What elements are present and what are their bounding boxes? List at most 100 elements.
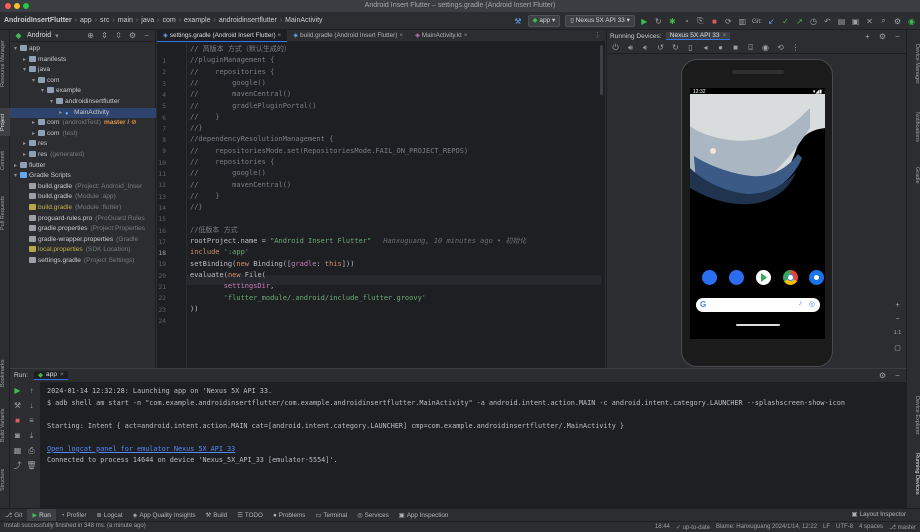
file-encoding[interactable]: UTF-8 xyxy=(836,524,853,530)
structure-tab[interactable]: Structure xyxy=(0,463,10,497)
camera-icon[interactable]: ◙ xyxy=(13,431,22,440)
run-config-tab[interactable]: ◆ app × xyxy=(33,371,68,380)
breadcrumb-item[interactable]: AndroidInsertFlutter xyxy=(4,17,72,24)
vcs-status[interactable]: ✓ up-to-date xyxy=(676,524,710,531)
layout-inspector-tab[interactable]: ▣ Layout Inspector xyxy=(851,508,906,521)
minimize-window-button[interactable] xyxy=(14,3,20,9)
code-line[interactable]: // } xyxy=(190,191,220,201)
resource-manager-tab[interactable]: Resource Manager xyxy=(0,36,10,92)
bottom-tab-git[interactable]: ⎇ Git xyxy=(0,509,27,522)
code-line[interactable]: // mavenCentral() xyxy=(190,89,291,99)
phone-screen[interactable]: 12:32 ▾◢▮ G ♪ ◎ xyxy=(690,88,825,339)
screenshot-icon[interactable]: ⌼ xyxy=(746,43,755,52)
code-line[interactable]: )) xyxy=(190,304,198,314)
scroll-down-icon[interactable]: ↓ xyxy=(27,401,36,410)
device-manager-tab[interactable]: Device Manager xyxy=(910,36,920,92)
tree-item[interactable]: ▸ com (test) xyxy=(10,129,156,140)
bottom-tab-profiler[interactable]: ◔ Profiler xyxy=(56,509,92,522)
gear-icon[interactable]: ⚙ xyxy=(128,31,137,40)
code-line[interactable]: rootProject.name = "Android Insert Flutt… xyxy=(190,236,526,246)
print-icon[interactable]: ⎙ xyxy=(27,446,36,455)
stop-icon[interactable]: ■ xyxy=(710,17,719,26)
tab-build-gradle[interactable]: ◈ build.gradle (Android Insert Flutter) × xyxy=(287,30,409,42)
breadcrumb-item[interactable]: app xyxy=(80,17,92,24)
hammer-icon[interactable]: ⚒ xyxy=(514,17,523,26)
cursor-position[interactable]: 18:44 xyxy=(655,524,670,530)
snapshot-icon[interactable]: ⟲ xyxy=(776,43,785,52)
tree-item[interactable]: proguard-rules.pro (ProGuard Rules xyxy=(10,214,156,225)
code-line[interactable]: // google() xyxy=(190,78,266,88)
running-devices-tab[interactable]: Running Devices xyxy=(910,446,920,502)
expand-all-icon[interactable]: ⇕ xyxy=(100,31,109,40)
code-line[interactable]: settingsDir, xyxy=(190,281,275,291)
git-push-icon[interactable]: ↗ xyxy=(795,17,804,26)
back-icon[interactable]: ◂ xyxy=(701,43,710,52)
git-update-icon[interactable]: ↙ xyxy=(767,17,776,26)
debug-icon[interactable]: ✱ xyxy=(668,17,677,26)
layout-icon[interactable]: ▦ xyxy=(13,446,22,455)
tree-item[interactable]: gradle-wrapper.properties (Gradle xyxy=(10,235,156,246)
bottom-tab-run[interactable]: ▶ Run xyxy=(27,508,56,522)
notifications-tab[interactable]: Notifications xyxy=(910,106,920,148)
line-separator[interactable]: LF xyxy=(823,524,830,530)
attach-debugger-icon[interactable]: ⎘ xyxy=(696,16,705,26)
profile-icon[interactable]: ◔ xyxy=(682,17,691,26)
code-line[interactable]: 'flutter_module/.android/include_flutter… xyxy=(190,293,426,303)
collapse-all-icon[interactable]: ⇳ xyxy=(114,31,123,40)
bottom-tab-problems[interactable]: ● Problems xyxy=(268,509,310,522)
add-device-icon[interactable]: + xyxy=(863,32,872,41)
wrench-icon[interactable]: ⚒ xyxy=(13,401,22,410)
tab-mainactivity[interactable]: ◈ MainActivity.kt × xyxy=(409,30,473,42)
tree-item[interactable]: ▾ androidinsertflutter xyxy=(10,97,156,108)
project-tab[interactable]: Project xyxy=(0,108,10,136)
device-explorer-tab[interactable]: Device Explorer xyxy=(910,390,920,440)
project-view-selector[interactable]: Android xyxy=(27,32,51,39)
bottom-tab-logcat[interactable]: ≣ Logcat xyxy=(91,509,127,522)
close-icon[interactable]: × xyxy=(464,30,468,42)
camera-app-icon[interactable] xyxy=(809,270,824,285)
tree-item[interactable]: ▸ manifests xyxy=(10,55,156,66)
gradle-tab[interactable]: Gradle xyxy=(910,162,920,188)
tree-item[interactable]: ▾ com xyxy=(10,76,156,87)
tree-item[interactable]: ▸ res (generated) xyxy=(10,150,156,161)
rerun-icon[interactable]: ▶ xyxy=(13,386,22,395)
pin-icon[interactable]: ⤴ xyxy=(13,461,22,470)
zoom-in-button[interactable]: + xyxy=(893,302,902,309)
lens-icon[interactable]: ◎ xyxy=(809,300,815,308)
indent-setting[interactable]: 4 spaces xyxy=(859,524,883,530)
locate-icon[interactable]: ⊕ xyxy=(86,31,95,40)
editor-scrollbar[interactable] xyxy=(600,45,603,95)
rollback-icon[interactable]: ↶ xyxy=(823,17,832,26)
settings-tools-icon[interactable]: ✕ xyxy=(865,17,874,26)
tree-item[interactable]: ▸ flutter xyxy=(10,161,156,172)
breadcrumb-item[interactable]: MainActivity xyxy=(285,17,322,24)
sync-icon[interactable]: ⟳ xyxy=(724,17,733,26)
rotate-left-icon[interactable]: ↺ xyxy=(656,43,665,52)
avd-icon[interactable]: ▣ xyxy=(851,17,860,26)
tab-menu-icon[interactable]: ⋮ xyxy=(594,30,605,41)
zoom-1-1-button[interactable]: 1:1 xyxy=(893,330,902,336)
gear-icon[interactable]: ⚙ xyxy=(878,32,887,41)
breadcrumb-item[interactable]: main xyxy=(118,17,133,24)
settings-icon[interactable]: ⚙ xyxy=(893,17,902,26)
logcat-link[interactable]: Open logcat panel for emulator Nexus 5X … xyxy=(47,445,235,453)
code-line[interactable]: //dependencyResolutionManagement { xyxy=(190,134,333,144)
tree-item[interactable]: local.properties (SDK Location) xyxy=(10,245,156,256)
chrome-app-icon[interactable] xyxy=(783,270,798,285)
logo-icon[interactable]: ◉ xyxy=(907,17,916,26)
tree-item[interactable]: gradle.properties (Project Properties xyxy=(10,224,156,235)
code-line[interactable]: // repositories { xyxy=(190,157,274,167)
code-line[interactable]: //pluginManagement { xyxy=(190,55,274,65)
bottom-tab-terminal[interactable]: ▭ Terminal xyxy=(310,509,352,522)
code-line[interactable]: // repositories { xyxy=(190,67,274,77)
blame-info[interactable]: Blame: Hanxuguang 2024/1/14, 12:22 xyxy=(716,524,817,530)
breadcrumb-item[interactable]: example xyxy=(184,17,210,24)
power-icon[interactable]: ⏻ xyxy=(611,43,620,52)
breadcrumb-item[interactable]: androidinsertflutter xyxy=(219,17,277,24)
close-icon[interactable]: × xyxy=(278,30,282,42)
gear-icon[interactable]: ⚙ xyxy=(878,371,887,380)
tree-item[interactable]: ▸ com (androidTest) master / ⊘ xyxy=(10,118,156,129)
device-dropdown[interactable]: ▯ Nexus 5X API 33 ▾ xyxy=(565,15,635,27)
commit-tab[interactable]: Commit xyxy=(0,148,10,174)
git-commit-icon[interactable]: ✓ xyxy=(781,17,790,26)
